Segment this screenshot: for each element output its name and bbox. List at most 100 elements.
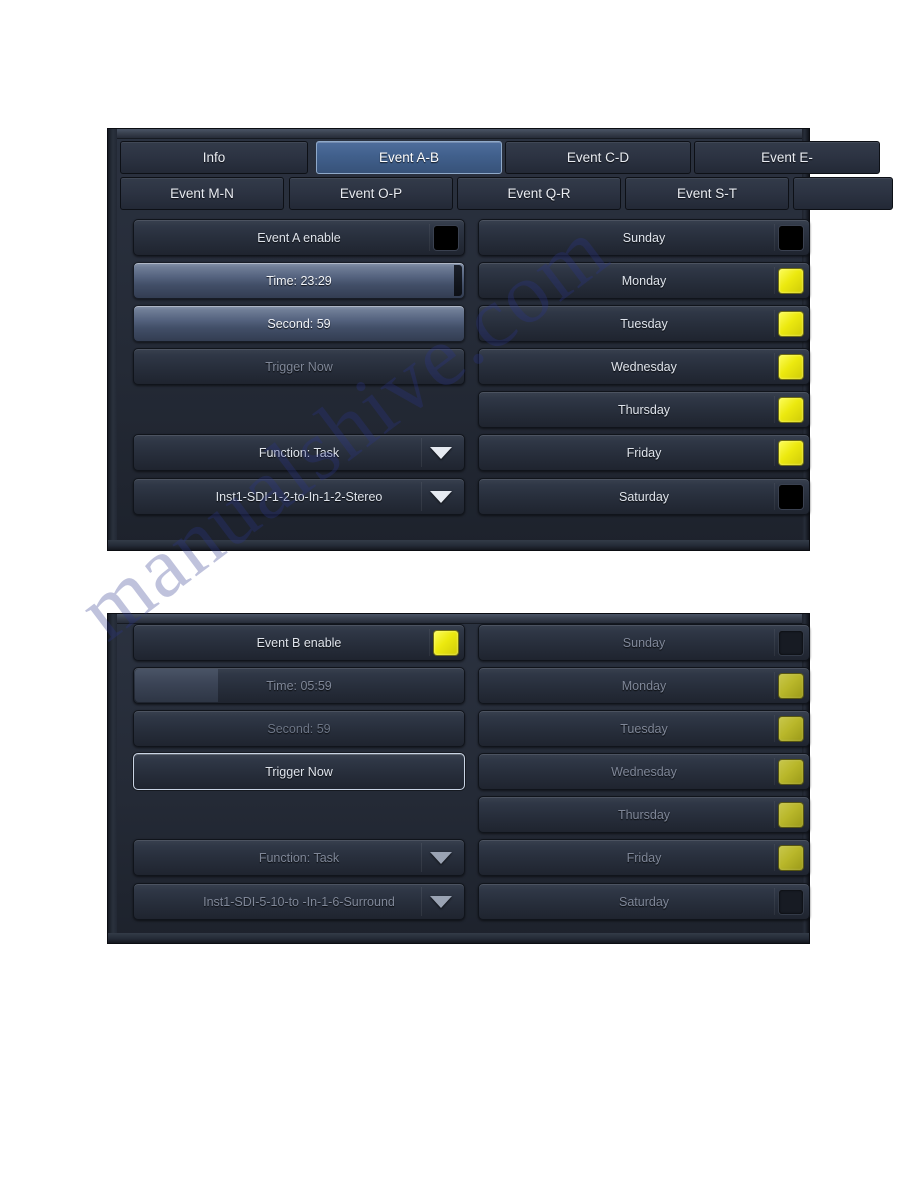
day-button-thursday[interactable]: Thursday [478,796,810,833]
tab-event-c-d[interactable]: Event C-D [505,141,691,174]
lamp-separator [429,224,430,251]
day-label: Sunday [622,230,666,245]
day-label: Tuesday [620,721,668,736]
event-a-enable-lamp-icon[interactable] [434,225,458,250]
panel-left-rail [108,129,117,550]
day-lamp-icon-thursday[interactable] [779,802,803,827]
day-button-sunday[interactable]: Sunday [478,624,810,661]
day-lamp-icon-friday[interactable] [779,845,803,870]
day-label: Friday [626,445,662,460]
day-lamp-icon-wednesday[interactable] [779,759,803,784]
tab-event-a-b[interactable]: Event A-B [316,141,502,174]
event-b-second-slider[interactable]: Second: 59 [133,710,465,747]
tab-event-q-r[interactable]: Event Q-R [457,177,621,210]
day-button-saturday[interactable]: Saturday [478,883,810,920]
lamp-separator [774,715,775,742]
tab-info[interactable]: Info [120,141,308,174]
day-button-wednesday[interactable]: Wednesday [478,348,810,385]
chevron-down-icon[interactable] [430,895,452,908]
lamp-separator [774,844,775,871]
dropdown-separator [421,843,422,872]
day-label: Monday [621,273,667,288]
event-a-enable-label: Event A enable [257,230,341,245]
dropdown-separator [421,887,422,916]
event-a-function-dropdown[interactable]: Function: Task [133,434,465,471]
lamp-separator [774,629,775,656]
lamp-separator [774,353,775,380]
day-lamp-icon-tuesday[interactable] [779,311,803,336]
lamp-separator [774,758,775,785]
event-b-time-slider[interactable]: Time: 05:59 [133,667,465,704]
event-a-days-column: Sunday Monday Tuesday Wednesday Thursday [478,219,810,539]
event-a-second-slider[interactable]: Second: 59 [133,305,465,342]
day-button-wednesday[interactable]: Wednesday [478,753,810,790]
day-label: Wednesday [611,359,677,374]
event-a-enable-button[interactable]: Event A enable [133,219,465,256]
day-button-monday[interactable]: Monday [478,667,810,704]
day-label: Thursday [617,402,671,417]
lamp-separator [774,439,775,466]
day-lamp-icon-monday[interactable] [779,673,803,698]
day-button-sunday[interactable]: Sunday [478,219,810,256]
panel-top-chrome [108,614,809,624]
event-b-trigger-now-button[interactable]: Trigger Now [133,753,465,790]
day-label: Thursday [617,807,671,822]
lamp-separator [774,672,775,699]
tab-event-m-n-label: Event M-N [170,186,234,201]
slider-fill [135,669,218,702]
tab-event-e-f[interactable]: Event E- [694,141,880,174]
tab-event-a-b-label: Event A-B [378,150,440,165]
event-b-settings-column: Event B enable Time: 05:59 Second: 59 Tr… [133,624,465,931]
panel-bottom-rail [108,933,809,943]
day-lamp-icon-saturday[interactable] [779,484,803,509]
day-button-tuesday[interactable]: Tuesday [478,305,810,342]
tab-event-e-f-label: Event E- [761,150,813,165]
day-button-tuesday[interactable]: Tuesday [478,710,810,747]
day-button-monday[interactable]: Monday [478,262,810,299]
lamp-separator [774,224,775,251]
tab-event-m-n[interactable]: Event M-N [120,177,284,210]
day-lamp-icon-sunday[interactable] [779,630,803,655]
tab-event-u-v[interactable] [793,177,893,210]
tab-event-o-p[interactable]: Event O-P [289,177,453,210]
event-a-task-label: Inst1-SDI-1-2-to-In-1-2-Stereo [215,489,383,504]
tab-event-s-t[interactable]: Event S-T [625,177,789,210]
chevron-down-icon[interactable] [430,446,452,459]
day-lamp-icon-wednesday[interactable] [779,354,803,379]
day-button-friday[interactable]: Friday [478,839,810,876]
day-label: Sunday [622,635,666,650]
event-b-task-dropdown[interactable]: Inst1-SDI-5-10-to -In-1-6-Surround [133,883,465,920]
day-button-thursday[interactable]: Thursday [478,391,810,428]
event-b-function-dropdown[interactable]: Function: Task [133,839,465,876]
event-a-time-slider[interactable]: Time: 23:29 [133,262,465,299]
panel-bottom-rail [108,540,809,550]
tab-info-label: Info [202,150,226,165]
event-b-task-label: Inst1-SDI-5-10-to -In-1-6-Surround [203,894,395,909]
event-a-trigger-now-button[interactable]: Trigger Now [133,348,465,385]
day-button-saturday[interactable]: Saturday [478,478,810,515]
lamp-separator [774,310,775,337]
event-b-enable-lamp-icon[interactable] [434,630,458,655]
day-lamp-icon-saturday[interactable] [779,889,803,914]
day-button-friday[interactable]: Friday [478,434,810,471]
event-b-enable-button[interactable]: Event B enable [133,624,465,661]
tab-event-s-t-label: Event S-T [676,186,738,201]
day-lamp-icon-sunday[interactable] [779,225,803,250]
panel-left-rail [108,614,117,943]
day-label: Wednesday [611,764,677,779]
day-lamp-icon-tuesday[interactable] [779,716,803,741]
day-label: Saturday [618,489,670,504]
chevron-down-icon[interactable] [430,851,452,864]
day-lamp-icon-friday[interactable] [779,440,803,465]
chevron-down-icon[interactable] [430,490,452,503]
event-b-trigger-now-label: Trigger Now [265,764,333,779]
day-label: Monday [621,678,667,693]
event-b-panel: Event B enable Time: 05:59 Second: 59 Tr… [107,613,810,944]
event-a-content: Event A enable Time: 23:29 Second: 59 Tr… [120,219,810,539]
day-label: Saturday [618,894,670,909]
event-a-settings-column: Event A enable Time: 23:29 Second: 59 Tr… [133,219,465,539]
day-lamp-icon-thursday[interactable] [779,397,803,422]
day-lamp-icon-monday[interactable] [779,268,803,293]
tab-event-c-d-label: Event C-D [566,150,630,165]
event-a-task-dropdown[interactable]: Inst1-SDI-1-2-to-In-1-2-Stereo [133,478,465,515]
